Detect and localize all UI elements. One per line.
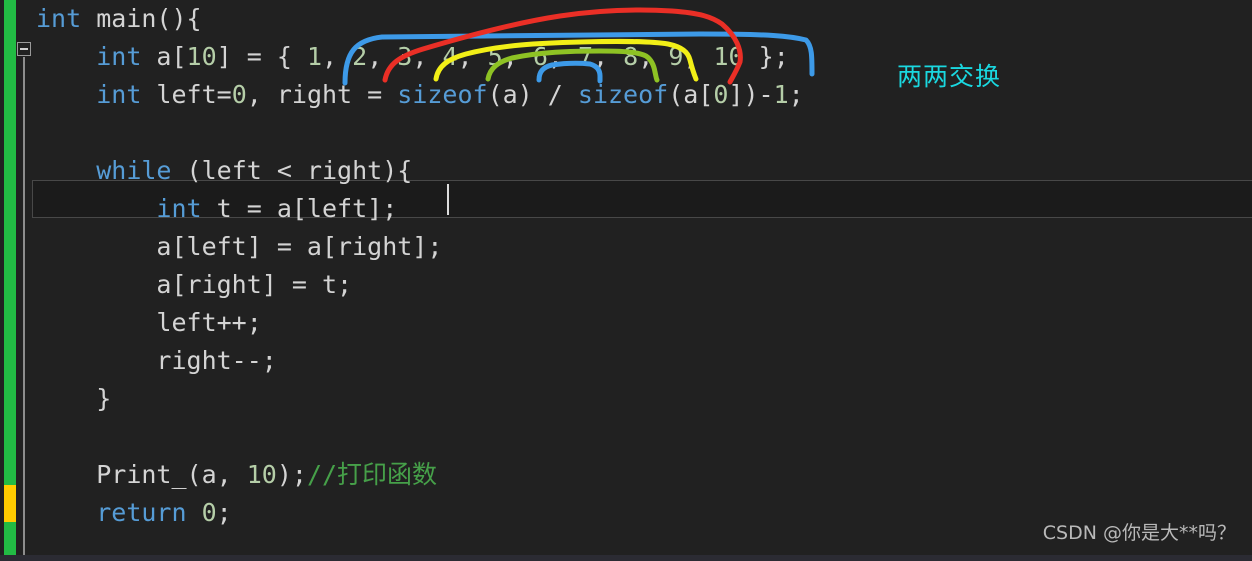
- code-line[interactable]: [32, 418, 1252, 456]
- code-token-cmt: //打印函数: [306, 460, 438, 489]
- code-token-punc: }: [96, 384, 112, 413]
- code-token-punc: ,: [683, 42, 714, 71]
- code-token-punc: t = a[left];: [201, 194, 398, 223]
- code-token-punc: ,: [322, 42, 353, 71]
- code-token-num: 1: [306, 42, 323, 71]
- code-token-punc: ;: [216, 498, 232, 527]
- code-line[interactable]: }: [32, 380, 1252, 418]
- code-line[interactable]: int a[10] = { 1, 2, 3, 4, 5, 6, 7, 8, 9,…: [32, 38, 1252, 76]
- code-token-punc: (left < right){: [171, 156, 413, 185]
- code-token-punc: ,: [638, 42, 669, 71]
- code-editor-screenshot: int main(){ int a[10] = { 1, 2, 3, 4, 5,…: [0, 0, 1252, 561]
- code-line[interactable]: while (left < right){: [32, 152, 1252, 190]
- code-token-punc: ])-: [728, 80, 774, 109]
- code-token-punc: ;: [788, 80, 804, 109]
- code-token-num: 2: [352, 42, 368, 71]
- code-token-punc: a[right] = t;: [156, 270, 353, 299]
- code-line[interactable]: int t = a[left];: [32, 190, 1252, 228]
- code-token-punc: ,: [502, 42, 533, 71]
- code-token-kw: return: [96, 498, 187, 527]
- code-token-num: 6: [532, 42, 548, 71]
- fold-guide-line: [23, 57, 25, 561]
- code-token-num: 8: [623, 42, 639, 71]
- code-text-area[interactable]: int main(){ int a[10] = { 1, 2, 3, 4, 5,…: [32, 0, 1252, 561]
- code-token-num: 10: [246, 460, 277, 489]
- code-token-punc: };: [743, 42, 789, 71]
- change-bar-unmodified: [4, 0, 16, 485]
- code-token-punc: (a[: [668, 80, 714, 109]
- code-token-punc: ,: [457, 42, 488, 71]
- code-line[interactable]: int main(){: [32, 0, 1252, 38]
- code-token-punc: [187, 498, 202, 527]
- code-token-kw: int: [96, 42, 142, 71]
- code-token-num: 5: [487, 42, 503, 71]
- code-token-num: 7: [577, 42, 594, 71]
- code-token-punc: main(){: [81, 4, 202, 33]
- code-token-punc: ,: [547, 42, 578, 71]
- code-token-num: 9: [668, 42, 684, 71]
- code-line[interactable]: a[right] = t;: [32, 266, 1252, 304]
- code-token-kw: sizeof: [397, 80, 488, 109]
- code-token-punc: left++;: [156, 308, 262, 337]
- code-token-kw: int: [36, 4, 82, 33]
- editor-gutter: [0, 0, 32, 561]
- bottom-edge-strip: [0, 555, 1252, 561]
- change-bar-modified: [4, 485, 16, 522]
- code-token-punc: ,: [367, 42, 398, 71]
- code-token-punc: right--;: [156, 346, 277, 375]
- code-token-punc: , right =: [246, 80, 398, 109]
- code-token-kw: int: [96, 80, 142, 109]
- code-line[interactable]: [32, 114, 1252, 152]
- code-token-num: 1: [773, 80, 789, 109]
- code-token-kw: int: [156, 194, 202, 223]
- code-token-punc: (a) /: [487, 80, 578, 109]
- collapse-minus-icon[interactable]: [17, 42, 31, 56]
- code-line[interactable]: a[left] = a[right];: [32, 228, 1252, 266]
- code-line[interactable]: int left=0, right = sizeof(a) / sizeof(a…: [32, 76, 1252, 114]
- code-token-num: 3: [397, 42, 413, 71]
- code-token-punc: a[left] = a[right];: [156, 232, 443, 261]
- code-token-num: 4: [442, 42, 458, 71]
- code-token-num: 10: [186, 42, 217, 71]
- code-token-num: 0: [231, 80, 247, 109]
- csdn-watermark: CSDN @你是大**吗？: [1042, 522, 1236, 544]
- code-token-punc: a[: [141, 42, 187, 71]
- code-token-punc: ,: [412, 42, 443, 71]
- code-token-kw: while: [96, 156, 172, 185]
- code-token-punc: left=: [141, 80, 232, 109]
- code-line[interactable]: left++;: [32, 304, 1252, 342]
- code-token-punc: ,: [593, 42, 624, 71]
- code-token-fn: Print_(a,: [96, 460, 247, 489]
- annotation-note-swap: 两两交换: [897, 62, 1002, 91]
- code-line[interactable]: right--;: [32, 342, 1252, 380]
- code-token-punc: );: [276, 460, 307, 489]
- code-token-num: 10: [713, 42, 744, 71]
- code-line[interactable]: Print_(a, 10);//打印函数: [32, 456, 1252, 494]
- code-token-num: 0: [201, 498, 217, 527]
- code-token-punc: ] = {: [216, 42, 307, 71]
- code-token-kw: sizeof: [577, 80, 669, 109]
- code-token-num: 0: [713, 80, 729, 109]
